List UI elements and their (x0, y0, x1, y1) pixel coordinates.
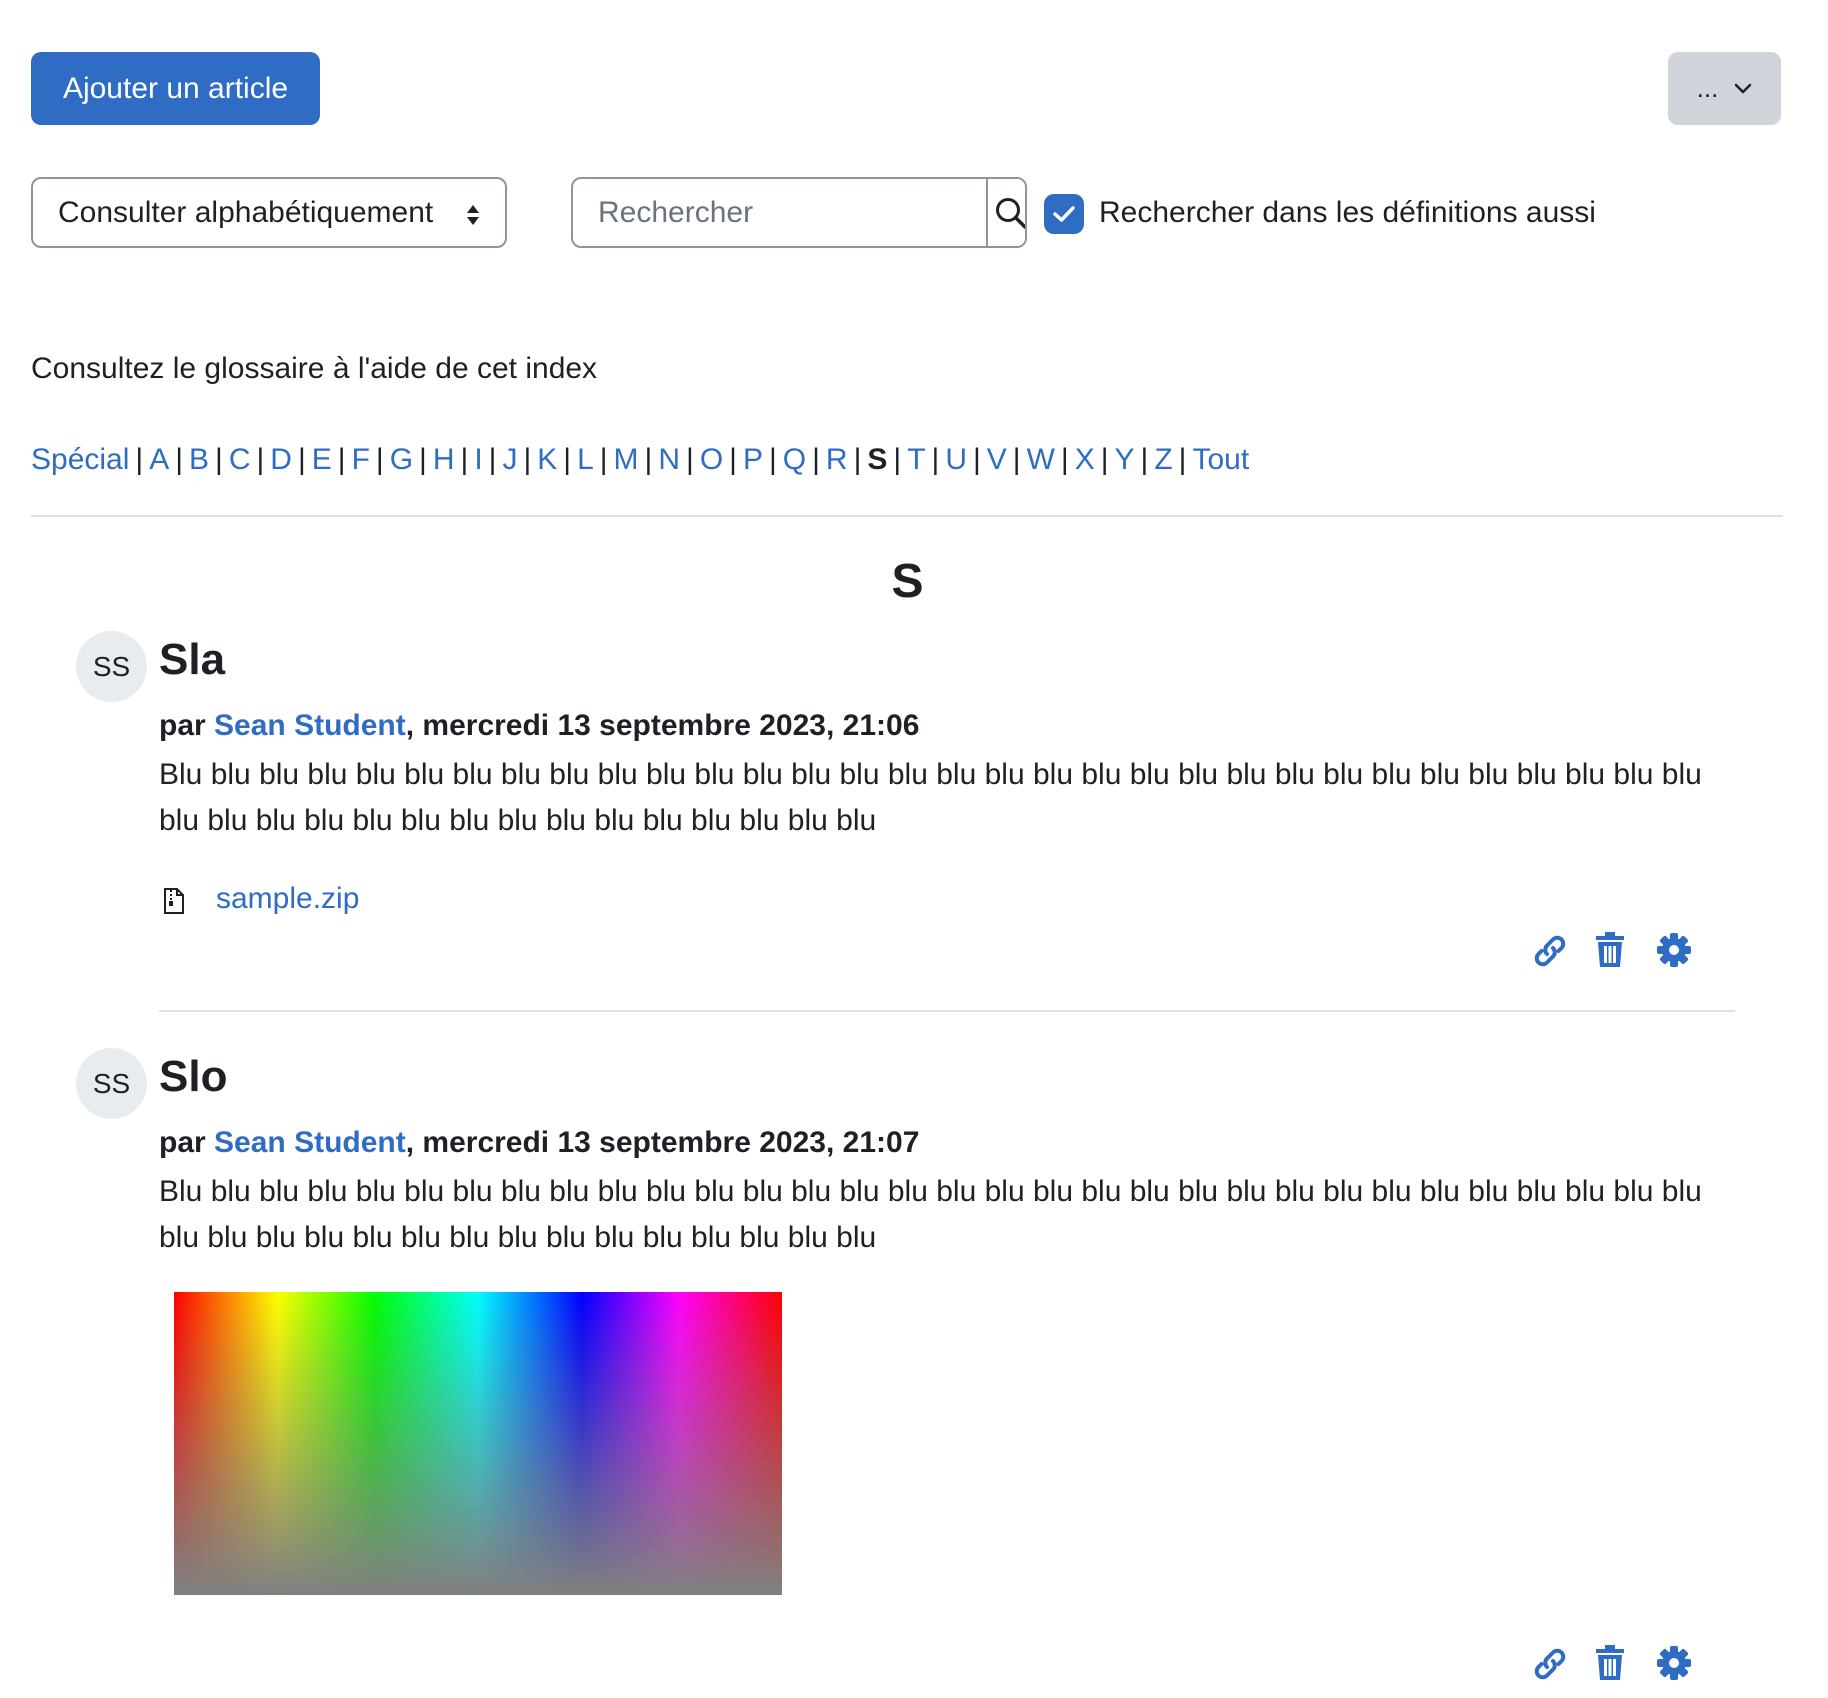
alphabet-separator: | (1012, 443, 1021, 476)
alphabet-link-u[interactable]: U (945, 443, 967, 476)
author-link[interactable]: Sean Student (214, 709, 406, 742)
alphabet-index: Spécial | A | B | C | D | E | F | G | H | I | J | K | L | M | N | O | P |… (31, 443, 1249, 477)
alphabet-link-f[interactable]: F (352, 443, 370, 476)
search-button[interactable] (986, 179, 1025, 246)
alphabet-link-l[interactable]: L (577, 443, 594, 476)
alphabet-link-e[interactable]: E (312, 443, 332, 476)
browse-mode-select[interactable]: Consulter alphabétiquement (31, 177, 507, 248)
entry-byline: par Sean Student, mercredi 13 septembre … (159, 709, 919, 743)
full-search-checkbox[interactable] (1044, 194, 1084, 234)
alphabet-separator: | (1100, 443, 1109, 476)
entry-date: , mercredi 13 septembre 2023, 21:07 (405, 1126, 920, 1159)
alphabet-link-h[interactable]: H (433, 443, 455, 476)
link-icon[interactable] (1530, 1646, 1570, 1682)
entry-title: Slo (159, 1052, 228, 1101)
check-icon (1053, 206, 1075, 222)
alphabet-link-m[interactable]: M (614, 443, 639, 476)
alphabet-separator: | (375, 443, 384, 476)
alphabet-current-letter: S (867, 443, 888, 476)
alphabet-link-x[interactable]: X (1075, 443, 1095, 476)
alphabet-link-spécial[interactable]: Spécial (31, 443, 129, 476)
divider (31, 515, 1783, 517)
alphabet-separator: | (686, 443, 694, 476)
alphabet-link-tout[interactable]: Tout (1192, 443, 1249, 476)
alphabet-link-v[interactable]: V (987, 443, 1007, 476)
alphabet-separator: | (853, 443, 862, 476)
alphabet-separator: | (768, 443, 777, 476)
alphabet-separator: | (215, 443, 223, 476)
more-actions-button[interactable]: ... (1668, 52, 1781, 125)
add-entry-button[interactable]: Ajouter un article (31, 52, 320, 125)
alphabet-separator: | (1178, 443, 1187, 476)
alphabet-separator: | (1140, 443, 1149, 476)
author-link[interactable]: Sean Student (214, 1126, 406, 1159)
alphabet-link-r[interactable]: R (826, 443, 848, 476)
section-letter-heading: S (891, 555, 924, 608)
alphabet-link-c[interactable]: C (229, 443, 251, 476)
alphabet-separator: | (488, 443, 497, 476)
alphabet-link-q[interactable]: Q (783, 443, 806, 476)
entry-byline: par Sean Student, mercredi 13 septembre … (159, 1126, 919, 1160)
zip-file-icon (164, 888, 184, 914)
alphabet-link-t[interactable]: T (907, 443, 925, 476)
alphabet-link-o[interactable]: O (700, 443, 723, 476)
avatar[interactable]: SS (76, 631, 147, 702)
alphabet-link-w[interactable]: W (1027, 443, 1055, 476)
trash-icon[interactable] (1596, 1645, 1624, 1681)
alphabet-link-a[interactable]: A (149, 443, 169, 476)
alphabet-separator: | (419, 443, 427, 476)
alphabet-separator: | (729, 443, 737, 476)
alphabet-separator: | (175, 443, 184, 476)
attachment-link[interactable]: sample.zip (216, 882, 359, 916)
alphabet-link-p[interactable]: P (743, 443, 763, 476)
link-icon[interactable] (1530, 933, 1570, 969)
more-actions-label: ... (1696, 73, 1719, 103)
sort-updown-icon (467, 205, 479, 225)
alphabet-separator: | (523, 443, 532, 476)
alphabet-separator: | (893, 443, 902, 476)
alphabet-separator: | (599, 443, 608, 476)
alphabet-separator: | (460, 443, 469, 476)
browse-intro-text: Consultez le glossaire à l'aide de cet i… (31, 352, 598, 385)
alphabet-separator: | (563, 443, 572, 476)
by-prefix: par (159, 1126, 215, 1159)
search-group (571, 177, 1027, 248)
alphabet-separator: | (972, 443, 981, 476)
entry-date: , mercredi 13 septembre 2023, 21:06 (405, 709, 920, 742)
alphabet-link-b[interactable]: B (189, 443, 209, 476)
alphabet-link-n[interactable]: N (658, 443, 680, 476)
alphabet-separator: | (644, 443, 653, 476)
entry-divider (159, 1010, 1735, 1012)
alphabet-separator: | (812, 443, 820, 476)
alphabet-separator: | (297, 443, 306, 476)
alphabet-link-z[interactable]: Z (1154, 443, 1172, 476)
alphabet-separator: | (931, 443, 940, 476)
search-input[interactable] (573, 179, 986, 246)
alphabet-link-j[interactable]: J (502, 443, 517, 476)
browse-mode-value: Consulter alphabétiquement (58, 195, 434, 229)
alphabet-separator: | (1060, 443, 1069, 476)
by-prefix: par (159, 709, 215, 742)
gear-icon[interactable] (1657, 933, 1691, 967)
entry-image (174, 1292, 782, 1595)
search-icon (996, 197, 1025, 229)
entry-title: Sla (159, 635, 226, 684)
alphabet-link-k[interactable]: K (537, 443, 557, 476)
alphabet-link-y[interactable]: Y (1115, 443, 1135, 476)
alphabet-separator: | (337, 443, 346, 476)
avatar[interactable]: SS (76, 1048, 147, 1119)
alphabet-link-g[interactable]: G (390, 443, 413, 476)
entry-definition: Blu blu blu blu blu blu blu blu blu blu … (159, 1175, 1702, 1254)
chevron-down-icon (1735, 83, 1752, 93)
alphabet-link-i[interactable]: I (474, 443, 482, 476)
full-search-label[interactable]: Rechercher dans les définitions aussi (1099, 196, 1596, 230)
alphabet-link-d[interactable]: D (270, 443, 292, 476)
entry-definition: Blu blu blu blu blu blu blu blu blu blu … (159, 758, 1702, 837)
trash-icon[interactable] (1596, 932, 1624, 968)
alphabet-separator: | (256, 443, 265, 476)
alphabet-separator: | (135, 443, 144, 476)
gear-icon[interactable] (1657, 1646, 1691, 1680)
